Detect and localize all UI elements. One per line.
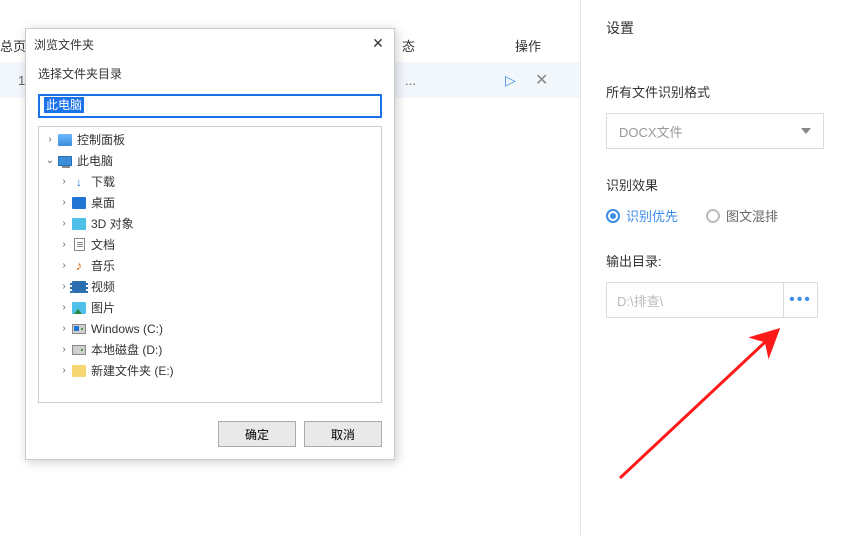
output-row: ••• (606, 282, 818, 318)
radio-mixed-label: 图文混排 (726, 206, 778, 225)
folder-tree[interactable]: ›控制面板⌄此电脑›↓下载›桌面›3D 对象›文档›♪音乐›视频›图片›Wind… (39, 127, 381, 402)
dialog-buttons: 确定 取消 (26, 411, 394, 459)
tree-item[interactable]: ⌄ 此电脑 (39, 150, 381, 171)
folder-path-input[interactable]: 此电脑 (38, 94, 382, 118)
pic-icon (71, 300, 87, 316)
drive-win-icon (71, 321, 87, 337)
expander-icon[interactable]: › (57, 197, 71, 208)
tree-item-label: 控制面板 (77, 131, 125, 148)
tree-item-label: 下载 (91, 173, 115, 190)
radio-priority-label: 识别优先 (626, 206, 678, 225)
music-icon: ♪ (71, 258, 87, 274)
output-label: 输出目录: (606, 251, 818, 270)
col-action: 操作 (515, 36, 541, 55)
col-page: 总页 (0, 36, 26, 55)
expander-icon[interactable]: › (57, 344, 71, 355)
ok-button[interactable]: 确定 (218, 421, 296, 447)
tree-item[interactable]: › 桌面 (39, 192, 381, 213)
browse-folder-dialog: 浏览文件夹 ✕ 选择文件夹目录 此电脑 ›控制面板⌄此电脑›↓下载›桌面›3D … (25, 28, 395, 460)
3d-icon (71, 216, 87, 232)
expander-icon[interactable]: › (57, 239, 71, 250)
expander-icon[interactable]: › (57, 260, 71, 271)
radio-mixed[interactable]: 图文混排 (706, 206, 778, 225)
tree-item[interactable]: ›♪音乐 (39, 255, 381, 276)
tree-item[interactable]: › Windows (C:) (39, 318, 381, 339)
cancel-button[interactable]: 取消 (304, 421, 382, 447)
tree-item-label: 桌面 (91, 194, 115, 211)
format-select[interactable]: DOCX文件 (606, 113, 824, 149)
folder-icon (71, 363, 87, 379)
tree-item[interactable]: › 本地磁盘 (D:) (39, 339, 381, 360)
play-icon[interactable]: ▷ (505, 72, 516, 89)
video-icon (71, 279, 87, 295)
dialog-subtitle: 选择文件夹目录 (26, 59, 394, 94)
expander-icon[interactable]: › (57, 176, 71, 187)
ctrl-icon (57, 132, 73, 148)
dialog-title: 浏览文件夹 (34, 36, 94, 53)
tree-item[interactable]: › 文档 (39, 234, 381, 255)
tree-item[interactable]: ›↓下载 (39, 171, 381, 192)
dl-icon: ↓ (71, 174, 87, 190)
col-status: 态 (402, 36, 415, 55)
settings-panel: 设置 所有文件识别格式 DOCX文件 识别效果 识别优先 图文混排 输出目录: … (580, 0, 843, 535)
close-icon[interactable]: ✕ (368, 33, 388, 53)
tree-item-label: 视频 (91, 278, 115, 295)
format-value: DOCX文件 (619, 122, 683, 141)
tree-item-label: 3D 对象 (91, 215, 134, 232)
tree-item-label: Windows (C:) (91, 322, 163, 336)
radio-icon (706, 209, 720, 223)
browse-output-button[interactable]: ••• (784, 282, 818, 318)
output-path-input[interactable] (606, 282, 784, 318)
settings-title: 设置 (596, 0, 828, 56)
tree-item[interactable]: › 图片 (39, 297, 381, 318)
pc-icon (57, 153, 73, 169)
chevron-down-icon (801, 128, 811, 134)
tree-item[interactable]: › 3D 对象 (39, 213, 381, 234)
expander-icon[interactable]: › (43, 134, 57, 145)
tree-item-label: 音乐 (91, 257, 115, 274)
folder-tree-container: ›控制面板⌄此电脑›↓下载›桌面›3D 对象›文档›♪音乐›视频›图片›Wind… (38, 126, 382, 403)
tree-item[interactable]: › 视频 (39, 276, 381, 297)
expander-icon[interactable]: › (57, 218, 71, 229)
tree-item[interactable]: › 控制面板 (39, 129, 381, 150)
tree-item-label: 图片 (91, 299, 115, 316)
tree-item-label: 新建文件夹 (E:) (91, 362, 174, 379)
radio-priority[interactable]: 识别优先 (606, 206, 678, 225)
tree-item-label: 本地磁盘 (D:) (91, 341, 162, 358)
drive-icon (71, 342, 87, 358)
doc-icon (71, 237, 87, 253)
expander-icon[interactable]: › (57, 302, 71, 313)
expander-icon[interactable]: › (57, 323, 71, 334)
desk-icon (71, 195, 87, 211)
tree-item-label: 此电脑 (77, 152, 113, 169)
expander-icon[interactable]: › (57, 365, 71, 376)
dialog-titlebar: 浏览文件夹 ✕ (26, 29, 394, 59)
remove-icon[interactable]: ✕ (535, 70, 548, 90)
row-status-ellipsis: ... (405, 73, 416, 88)
expander-icon[interactable]: ⌄ (43, 155, 57, 166)
effect-label: 识别效果 (606, 175, 818, 194)
tree-item-label: 文档 (91, 236, 115, 253)
effect-radio-group: 识别优先 图文混排 (606, 206, 818, 225)
tree-item[interactable]: › 新建文件夹 (E:) (39, 360, 381, 381)
input-selection: 此电脑 (44, 97, 84, 113)
radio-icon (606, 209, 620, 223)
expander-icon[interactable]: › (57, 281, 71, 292)
format-label: 所有文件识别格式 (606, 82, 818, 101)
